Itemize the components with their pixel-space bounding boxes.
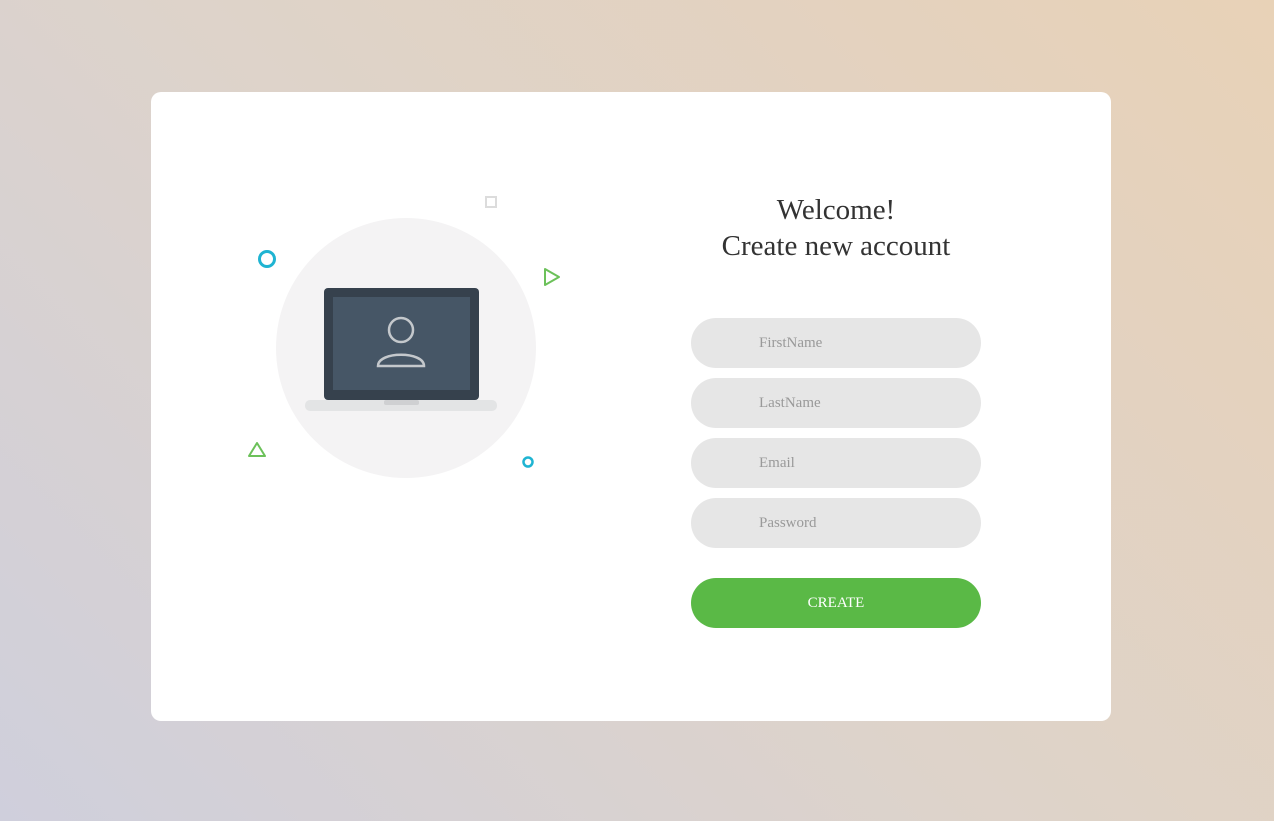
last-name-input[interactable] <box>691 378 981 428</box>
signup-card: Welcome! Create new account CREATE <box>151 92 1111 721</box>
hero-illustration <box>151 92 560 478</box>
ring-icon <box>258 250 276 268</box>
square-outline-icon <box>485 196 497 208</box>
title-welcome: Welcome! <box>776 194 896 226</box>
title-create-account: Create new account <box>721 230 951 262</box>
email-input[interactable] <box>691 438 981 488</box>
small-ring-icon <box>522 456 534 468</box>
password-input[interactable] <box>691 498 981 548</box>
first-name-input[interactable] <box>691 318 981 368</box>
triangle-up-icon <box>248 442 266 457</box>
form-title: Welcome! Create new account <box>686 192 986 264</box>
triangle-right-icon <box>544 268 560 286</box>
laptop-user-icon <box>305 288 497 411</box>
create-account-button[interactable]: CREATE <box>691 578 981 628</box>
